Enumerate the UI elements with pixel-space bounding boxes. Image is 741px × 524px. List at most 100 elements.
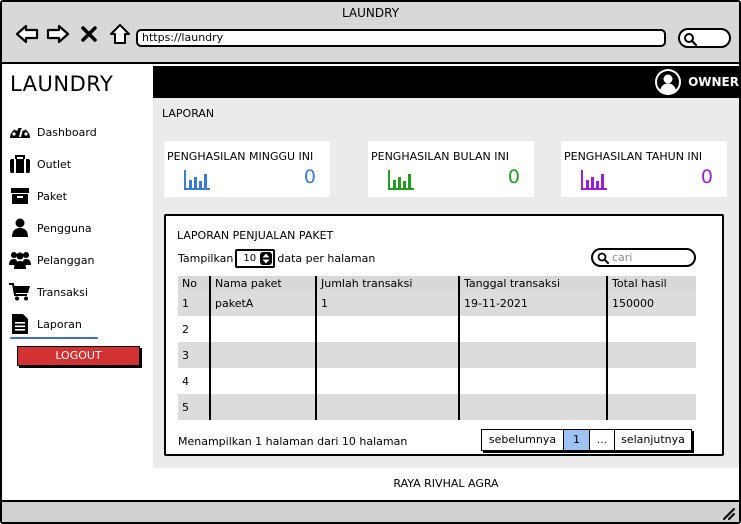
sidebar-item-dashboard[interactable]: Dashboard <box>8 116 148 148</box>
cell-transaction-count <box>316 394 460 420</box>
resize-grip-icon[interactable] <box>721 506 735 520</box>
summary-cards: PENGHASILAN MINGGU INI 0 PENGHASILAN BUL… <box>163 141 733 197</box>
cell-package-name <box>210 368 317 394</box>
report-table: No Nama paket Jumlah transaksi Tanggal t… <box>178 276 696 420</box>
pagination-ellipsis: ... <box>590 430 615 450</box>
sidebar-item-label: Pelanggan <box>37 253 95 267</box>
column-header[interactable]: Tanggal transaksi <box>459 276 608 290</box>
cell-no: 4 <box>178 368 211 394</box>
table-row: 2 <box>178 316 696 342</box>
home-icon[interactable] <box>106 20 134 48</box>
cell-transaction-count <box>316 342 460 368</box>
card-yearly-income: PENGHASILAN TAHUN INI 0 <box>561 141 727 197</box>
page-size-control: Tampilkan 10 data per halaman <box>178 248 375 268</box>
sidebar-item-pengguna[interactable]: Pengguna <box>8 212 148 244</box>
cell-package-name <box>210 342 317 368</box>
cart-icon <box>8 280 32 304</box>
card-value: 0 <box>303 166 316 188</box>
avatar-icon <box>655 69 682 95</box>
bar-chart-icon <box>184 170 210 190</box>
sidebar-item-paket[interactable]: Paket <box>8 180 148 212</box>
table-header-row: No Nama paket Jumlah transaksi Tanggal t… <box>178 276 696 290</box>
sidebar-item-laporan[interactable]: Laporan <box>8 308 148 340</box>
sidebar-item-label: Dashboard <box>37 125 97 139</box>
page-size-value: 10 <box>243 252 257 264</box>
card-label: PENGHASILAN BULAN INI <box>371 150 509 163</box>
per-page-label: data per halaman <box>277 251 376 265</box>
cell-total <box>607 368 696 394</box>
column-header[interactable]: No <box>178 276 211 290</box>
address-bar[interactable]: https://laundry <box>136 29 666 47</box>
sidebar-nav: Dashboard Outlet Paket Pengguna Pelangga… <box>8 116 148 340</box>
dashboard-icon <box>8 120 32 144</box>
spinner-arrows-icon[interactable] <box>260 251 273 265</box>
table-search-input[interactable]: cari <box>591 248 696 267</box>
main-content: LAPORAN PENGHASILAN MINGGU INI 0 PENGHAS… <box>153 98 739 468</box>
close-icon[interactable] <box>75 20 103 48</box>
briefcase-icon <box>8 152 32 176</box>
cell-transaction-date: 19-11-2021 <box>459 290 608 316</box>
column-header[interactable]: Jumlah transaksi <box>316 276 460 290</box>
document-icon <box>8 312 32 336</box>
top-bar: OWNER <box>153 66 739 98</box>
cell-no: 1 <box>178 290 211 316</box>
table-row: 4 <box>178 368 696 394</box>
cell-transaction-count <box>316 316 460 342</box>
browser-chrome: LAUNDRY https://laundry <box>2 2 739 64</box>
column-header[interactable]: Total hasil <box>607 276 696 290</box>
forward-arrow-icon[interactable] <box>44 20 72 48</box>
sidebar-item-transaksi[interactable]: Transaksi <box>8 276 148 308</box>
card-label: PENGHASILAN TAHUN INI <box>564 150 703 163</box>
cell-transaction-date <box>459 316 608 342</box>
status-bar <box>2 500 739 522</box>
sidebar-item-label: Paket <box>37 189 67 203</box>
previous-page-button[interactable]: sebelumnya <box>482 430 564 450</box>
table-row: 1 paketA 1 19-11-2021 150000 <box>178 290 696 316</box>
browser-search-field[interactable] <box>678 28 731 48</box>
next-page-button[interactable]: selanjutnya <box>615 430 691 450</box>
logout-button[interactable]: LOGOUT <box>17 346 140 366</box>
table-row: 5 <box>178 394 696 420</box>
app-brand: LAUNDRY <box>10 72 114 96</box>
cell-package-name: paketA <box>210 290 317 316</box>
window-title: LAUNDRY <box>341 6 400 20</box>
show-label: Tampilkan <box>178 251 234 265</box>
cell-no: 5 <box>178 394 211 420</box>
sidebar-item-outlet[interactable]: Outlet <box>8 148 148 180</box>
cell-transaction-date <box>459 368 608 394</box>
cell-transaction-count <box>316 368 460 394</box>
back-arrow-icon[interactable] <box>13 20 41 48</box>
pagination-info: Menampilkan 1 halaman dari 10 halaman <box>178 435 408 448</box>
page-title: LAPORAN <box>162 107 215 120</box>
user-name: OWNER <box>688 75 739 89</box>
sidebar-item-label: Outlet <box>37 157 72 171</box>
page-size-stepper[interactable]: 10 <box>235 248 276 268</box>
cell-total <box>607 342 696 368</box>
search-placeholder: cari <box>612 251 633 264</box>
user-menu[interactable]: OWNER <box>654 68 739 96</box>
card-weekly-income: PENGHASILAN MINGGU INI 0 <box>164 141 330 197</box>
cell-transaction-date <box>459 342 608 368</box>
panel-title: LAPORAN PENJUALAN PAKET <box>177 229 334 242</box>
user-icon <box>8 216 32 240</box>
sidebar-item-pelanggan[interactable]: Pelanggan <box>8 244 148 276</box>
archive-icon <box>8 184 32 208</box>
search-icon <box>597 252 609 264</box>
table-row: 3 <box>178 342 696 368</box>
browser-nav <box>13 20 137 48</box>
browser-window: LAUNDRY https://laundry LAUNDRY Dashboar… <box>0 0 741 524</box>
search-icon <box>684 33 697 46</box>
card-value: 0 <box>507 166 520 188</box>
card-monthly-income: PENGHASILAN BULAN INI 0 <box>368 141 534 197</box>
cell-total <box>607 394 696 420</box>
cell-package-name <box>210 316 317 342</box>
sidebar-item-label: Laporan <box>37 317 82 331</box>
cell-package-name <box>210 394 317 420</box>
page-1-button[interactable]: 1 <box>564 430 590 450</box>
card-value: 0 <box>700 166 713 188</box>
pagination: sebelumnya 1 ... selanjutnya <box>481 429 692 451</box>
footer-credit: RAYA RIVHAL AGRA <box>393 477 499 490</box>
cell-transaction-date <box>459 394 608 420</box>
column-header[interactable]: Nama paket <box>210 276 317 290</box>
sidebar-item-label: Transaksi <box>37 285 88 299</box>
